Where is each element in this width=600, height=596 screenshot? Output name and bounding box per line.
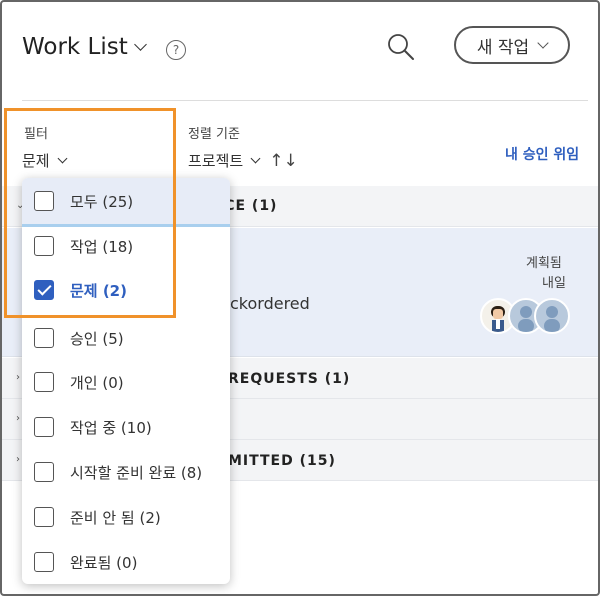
work-list-panel: Work List ? 새 작업 필터 문제 정렬 기준 프로젝트 ↑↓ 내 승… — [0, 0, 600, 596]
new-task-label: 새 작업 — [476, 37, 530, 58]
checkbox[interactable] — [34, 236, 54, 256]
new-task-button[interactable]: 새 작업 — [454, 26, 570, 64]
filter-option-issue[interactable]: 문제 (2) — [22, 268, 230, 312]
item-status: 계획됨 — [526, 256, 562, 271]
filter-option-not-ready[interactable]: 준비 안 됨 (2) — [22, 495, 230, 539]
filter-option-task[interactable]: 작업 (18) — [22, 224, 230, 268]
group-title: MITTED (15) — [228, 453, 336, 469]
my-approvals-link[interactable]: 내 승인 위임 — [505, 144, 579, 164]
sort-dropdown[interactable]: 프로젝트 ↑↓ — [188, 150, 298, 171]
assignee-avatars[interactable] — [480, 298, 570, 336]
filter-value: 문제 — [22, 152, 50, 170]
header-divider — [22, 100, 588, 101]
item-due: 내일 — [542, 276, 566, 291]
group-title: REQUESTS (1) — [228, 371, 351, 387]
filter-option-label: 모두 (25) — [70, 192, 134, 211]
chevron-down-icon — [250, 153, 261, 164]
help-icon[interactable]: ? — [166, 40, 186, 60]
avatar — [534, 298, 570, 334]
sort-direction-icon[interactable]: ↑↓ — [269, 151, 298, 171]
checkbox[interactable] — [34, 191, 54, 211]
chevron-down-icon — [537, 36, 549, 49]
search-icon[interactable] — [386, 32, 416, 62]
filter-dropdown[interactable]: 문제 — [22, 150, 68, 171]
checkbox[interactable] — [34, 552, 54, 572]
chevron-right-icon: › — [16, 372, 20, 383]
filter-option-label: 문제 (2) — [70, 281, 127, 300]
page-title[interactable]: Work List — [22, 34, 147, 60]
sort-value: 프로젝트 — [188, 152, 244, 170]
chevron-down-icon — [133, 37, 147, 51]
filter-label: 필터 — [24, 127, 48, 142]
filter-option-label: 작업 중 (10) — [70, 418, 152, 437]
filter-option-personal[interactable]: 개인 (0) — [22, 360, 230, 404]
filter-option-ready-to-start[interactable]: 시작할 준비 완료 (8) — [22, 450, 230, 494]
filter-option-label: 준비 안 됨 (2) — [70, 508, 161, 527]
filter-option-all[interactable]: 모두 (25) — [22, 178, 230, 227]
checkbox[interactable] — [34, 417, 54, 437]
filter-option-in-progress[interactable]: 작업 중 (10) — [22, 405, 230, 449]
checkbox[interactable] — [34, 507, 54, 527]
filter-option-approval[interactable]: 승인 (5) — [22, 316, 230, 360]
filter-dropdown-menu: 모두 (25) 작업 (18) 문제 (2) 승인 (5) 개인 (0) 작업 … — [22, 178, 230, 584]
chevron-down-icon — [57, 153, 68, 164]
filter-option-completed[interactable]: 완료됨 (0) — [22, 540, 230, 584]
checkbox[interactable] — [34, 328, 54, 348]
filter-option-label: 개인 (0) — [70, 373, 124, 392]
filter-option-label: 승인 (5) — [70, 329, 124, 348]
checkbox[interactable] — [34, 462, 54, 482]
checkbox[interactable] — [34, 372, 54, 392]
chevron-right-icon: › — [16, 413, 20, 424]
filter-option-label: 완료됨 (0) — [70, 553, 138, 572]
sort-label: 정렬 기준 — [188, 127, 240, 142]
item-title: ckordered — [230, 294, 310, 313]
filter-option-label: 시작할 준비 완료 (8) — [70, 463, 203, 482]
checkbox-checked[interactable] — [34, 280, 54, 300]
chevron-right-icon: › — [16, 454, 20, 465]
page-title-text: Work List — [22, 34, 128, 60]
filter-option-label: 작업 (18) — [70, 237, 134, 256]
